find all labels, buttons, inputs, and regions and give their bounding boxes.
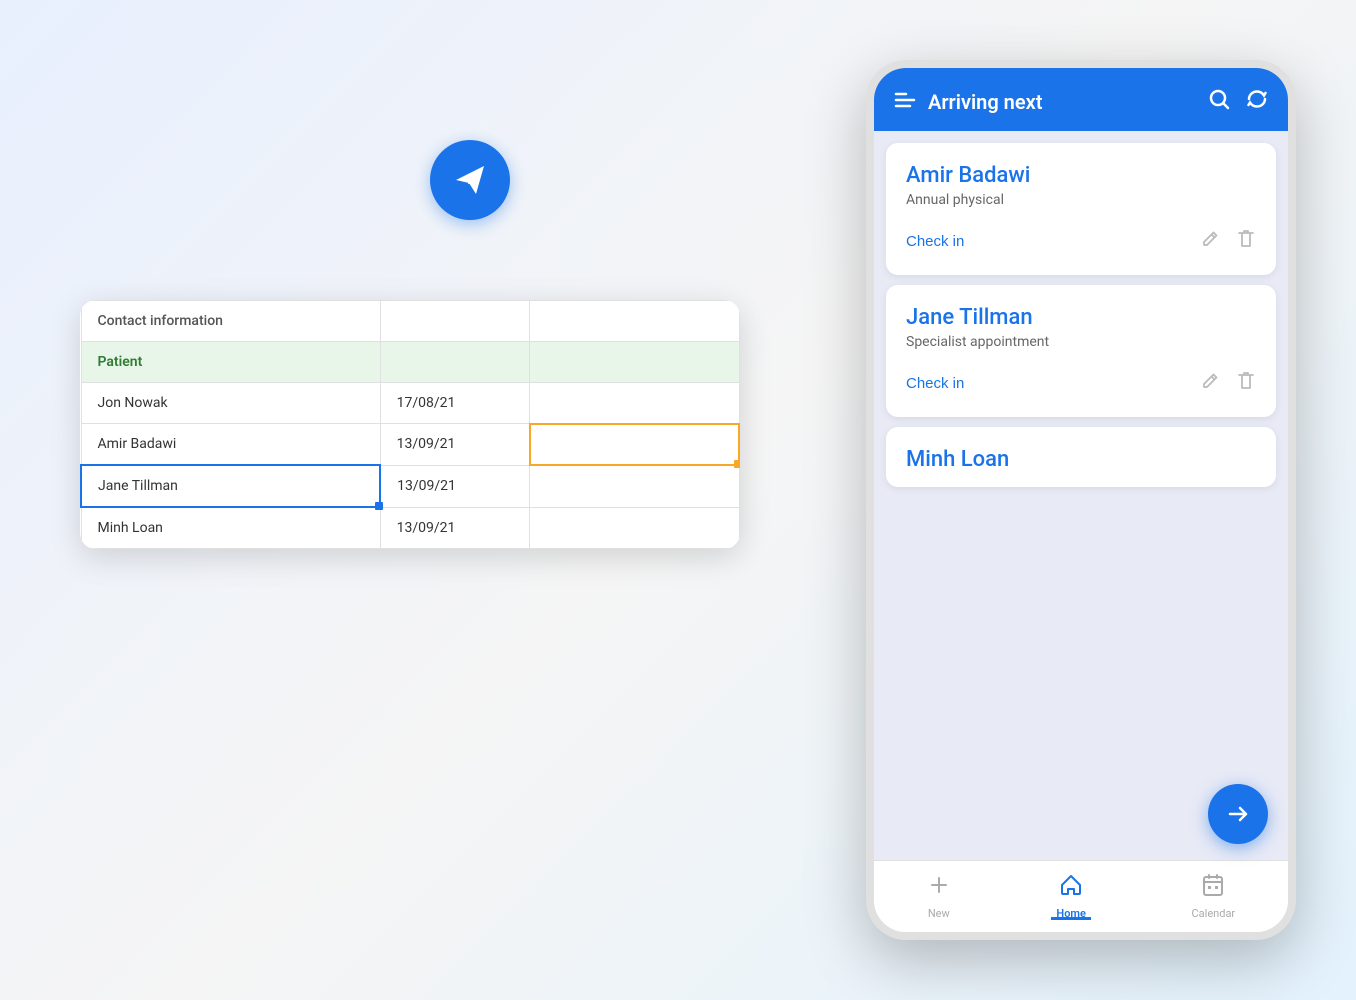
patient-card-amir: Amir Badawi Annual physical Check in xyxy=(886,143,1276,275)
patient-name-minh: Minh Loan xyxy=(81,507,380,549)
refresh-icon[interactable] xyxy=(1246,88,1268,115)
check-in-button-amir[interactable]: Check in xyxy=(906,233,964,250)
fab-checkin-button[interactable] xyxy=(1208,784,1268,844)
calendar-label: Calendar xyxy=(1192,907,1236,920)
patient-date-minh: 13/09/21 xyxy=(380,507,530,549)
contact-info-header: Contact information xyxy=(81,301,380,342)
patient-card-jane: Jane Tillman Specialist appointment Chec… xyxy=(886,285,1276,417)
phone-content: Amir Badawi Annual physical Check in xyxy=(874,131,1288,867)
patient-extra-amir[interactable] xyxy=(530,424,739,466)
patient-extra-jane xyxy=(530,465,739,507)
new-icon xyxy=(927,873,951,903)
nav-item-home[interactable]: Home xyxy=(1056,873,1086,920)
check-in-button-jane[interactable]: Check in xyxy=(906,375,964,392)
patient-extra-minh xyxy=(530,507,739,549)
patient-name-jon: Jon Nowak xyxy=(81,383,380,424)
patient-date-jon: 17/08/21 xyxy=(380,383,530,424)
table-row[interactable]: Jon Nowak 17/08/21 xyxy=(81,383,739,424)
paper-plane-container xyxy=(430,140,510,220)
table-row[interactable]: Minh Loan 13/09/21 xyxy=(81,507,739,549)
home-icon xyxy=(1059,873,1083,903)
phone-title: Arriving next xyxy=(928,90,1042,114)
edit-icon-jane[interactable] xyxy=(1200,371,1220,396)
nav-active-indicator xyxy=(1051,917,1091,920)
phone-header: Arriving next xyxy=(874,68,1288,131)
patient-date-amir: 13/09/21 xyxy=(380,424,530,466)
phone-nav: New Home Calendar xyxy=(874,860,1288,932)
patient-date-jane: 13/09/21 xyxy=(380,465,530,507)
phone-mockup: Arriving next Amir Badawi Annual physica… xyxy=(866,60,1296,940)
patient-appointment-jane: Specialist appointment xyxy=(906,334,1256,350)
section-col3 xyxy=(530,342,739,383)
paper-plane-icon xyxy=(430,140,510,220)
table-row[interactable]: Amir Badawi 13/09/21 xyxy=(81,424,739,466)
patient-name-amir: Amir Badawi xyxy=(81,424,380,466)
patient-extra-jon xyxy=(530,383,739,424)
patient-section-label: Patient xyxy=(81,342,380,383)
search-icon[interactable] xyxy=(1208,88,1230,115)
table-row[interactable]: Jane Tillman 13/09/21 xyxy=(81,465,739,507)
section-col2 xyxy=(380,342,530,383)
nav-item-new[interactable]: New xyxy=(927,873,951,920)
patient-name-jane: Jane Tillman xyxy=(81,465,380,507)
spreadsheet-table: Contact information Patient Jon Nowak 17… xyxy=(80,300,740,549)
col2-header xyxy=(380,301,530,342)
delete-icon-jane[interactable] xyxy=(1236,370,1256,397)
phone-header-left: Arriving next xyxy=(894,90,1042,114)
card-actions-jane: Check in xyxy=(906,370,1256,397)
nav-item-calendar[interactable]: Calendar xyxy=(1192,873,1236,920)
patient-name-minh-card: Minh Loan xyxy=(906,447,1256,472)
spreadsheet-header-row: Contact information xyxy=(81,301,739,342)
patient-name-amir-card: Amir Badawi xyxy=(906,163,1256,188)
patient-card-minh: Minh Loan xyxy=(886,427,1276,487)
card-icons-jane xyxy=(1200,370,1256,397)
patient-appointment-amir: Annual physical xyxy=(906,192,1256,208)
patient-name-jane-card: Jane Tillman xyxy=(906,305,1256,330)
card-icons-amir xyxy=(1200,228,1256,255)
col3-header xyxy=(530,301,739,342)
delete-icon-amir[interactable] xyxy=(1236,228,1256,255)
menu-icon[interactable] xyxy=(894,90,916,114)
card-actions-amir: Check in xyxy=(906,228,1256,255)
new-label: New xyxy=(928,907,950,920)
spreadsheet-panel: Contact information Patient Jon Nowak 17… xyxy=(80,300,740,549)
calendar-icon xyxy=(1201,873,1225,903)
edit-icon-amir[interactable] xyxy=(1200,229,1220,254)
phone-header-right xyxy=(1208,88,1268,115)
spreadsheet-section-row: Patient xyxy=(81,342,739,383)
